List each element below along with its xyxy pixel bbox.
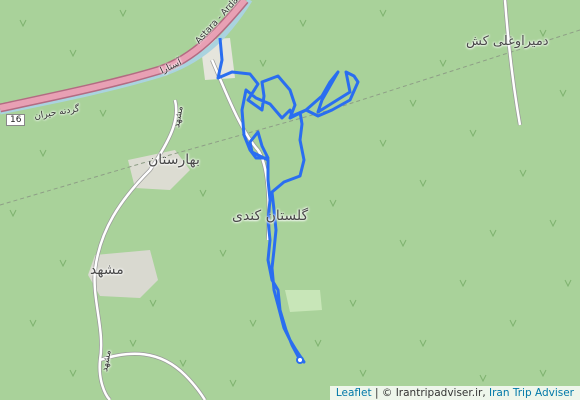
label-baharestan: بهارستان	[148, 152, 200, 168]
meadow-area	[285, 290, 322, 312]
label-mashad: مشهد	[90, 262, 124, 278]
attribution-comma: ,	[482, 387, 489, 399]
map-attribution: Leaflet | © Irantripadviser.ir, Iran Tri…	[329, 386, 580, 400]
label-golestan-kandi: گلستان کندی	[232, 208, 309, 224]
attribution-separator: | ©	[371, 387, 396, 399]
map-viewport[interactable]: دمیراوغلی کش بهارستان گلستان کندی مشهد A…	[0, 0, 580, 400]
road-number-shield: 16	[6, 114, 26, 126]
map-tiles	[0, 0, 580, 400]
track-end-marker	[296, 356, 304, 364]
attribution-site: Irantripadviser.ir	[395, 387, 483, 399]
label-damiraoghli-kesh: دمیراوغلی کش	[466, 34, 549, 49]
leaflet-link[interactable]: Leaflet	[336, 387, 372, 399]
iran-trip-adviser-link[interactable]: Iran Trip Adviser	[489, 387, 574, 399]
